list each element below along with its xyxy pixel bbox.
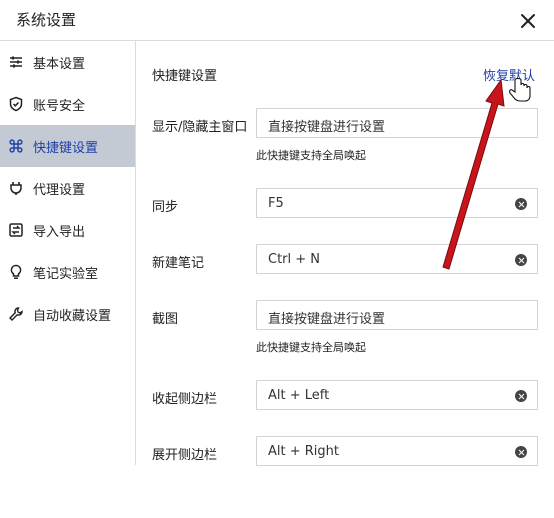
global-hint: 此快捷键支持全局唤起 [256, 149, 366, 162]
expand-sidebar-shortcut-field[interactable]: Alt + Right [256, 436, 538, 466]
sync-shortcut-field[interactable]: F5 [256, 188, 538, 218]
shield-icon [8, 96, 24, 112]
sidebar-item-import-export[interactable]: 导入导出 [0, 209, 135, 251]
wrench-icon [8, 306, 24, 322]
shortcut-value: Alt + Right [268, 444, 339, 459]
command-icon [8, 138, 24, 154]
sidebar-item-label: 自动收藏设置 [33, 308, 112, 324]
sidebar: 基本设置 账号安全 快捷键设置 代理设置 导入导出 笔记实验室 自动收藏设置 [0, 41, 136, 465]
shortcut-placeholder: 直接按键盘进行设置 [268, 120, 386, 135]
row-label-collapse-sidebar: 收起侧边栏 [152, 392, 218, 407]
clear-icon[interactable] [515, 198, 527, 210]
sidebar-item-auto-collect[interactable]: 自动收藏设置 [0, 293, 135, 335]
title-bar: 系统设置 [0, 0, 554, 41]
window-title: 系统设置 [16, 11, 77, 29]
new-note-shortcut-field[interactable]: Ctrl + N [256, 244, 538, 274]
toggle-main-window-shortcut-field[interactable]: 直接按键盘进行设置 [256, 108, 538, 138]
clear-icon[interactable] [515, 254, 527, 266]
close-icon [521, 14, 535, 28]
plug-icon [8, 180, 24, 196]
sidebar-item-label: 账号安全 [33, 98, 86, 114]
row-label-screenshot: 截图 [152, 312, 179, 327]
shortcut-value: F5 [268, 196, 284, 211]
global-hint: 此快捷键支持全局唤起 [256, 341, 366, 354]
sidebar-item-label: 代理设置 [33, 182, 86, 198]
restore-default-link[interactable]: 恢复默认 [483, 65, 535, 84]
sidebar-item-notes-lab[interactable]: 笔记实验室 [0, 251, 135, 293]
sidebar-item-label: 笔记实验室 [33, 266, 99, 282]
sidebar-item-account-security[interactable]: 账号安全 [0, 83, 135, 125]
row-label-toggle-main-window: 显示/隐藏主窗口 [152, 120, 248, 135]
screenshot-shortcut-field[interactable]: 直接按键盘进行设置 [256, 300, 538, 330]
sidebar-item-label: 快捷键设置 [33, 140, 99, 156]
shortcut-placeholder: 直接按键盘进行设置 [268, 312, 386, 327]
sidebar-item-label: 导入导出 [33, 224, 86, 240]
section-title: 快捷键设置 [152, 69, 218, 84]
shortcut-value: Alt + Left [268, 388, 330, 403]
sidebar-item-proxy-settings[interactable]: 代理设置 [0, 167, 135, 209]
lightbulb-icon [8, 264, 24, 280]
row-label-new-note: 新建笔记 [152, 256, 205, 271]
close-button[interactable] [516, 9, 540, 33]
sliders-icon [8, 54, 24, 70]
clear-icon[interactable] [515, 446, 527, 458]
sidebar-item-basic-settings[interactable]: 基本设置 [0, 41, 135, 83]
row-label-expand-sidebar: 展开侧边栏 [152, 448, 218, 463]
sidebar-item-shortcut-settings[interactable]: 快捷键设置 [0, 125, 135, 167]
row-label-sync: 同步 [152, 200, 179, 215]
shortcut-settings-panel: 快捷键设置 恢复默认 显示/隐藏主窗口 直接按键盘进行设置 此快捷键支持全局唤起… [136, 41, 554, 518]
sidebar-item-label: 基本设置 [33, 56, 86, 72]
shortcut-value: Ctrl + N [268, 252, 321, 267]
collapse-sidebar-shortcut-field[interactable]: Alt + Left [256, 380, 538, 410]
swap-icon [8, 222, 24, 238]
clear-icon[interactable] [515, 390, 527, 402]
